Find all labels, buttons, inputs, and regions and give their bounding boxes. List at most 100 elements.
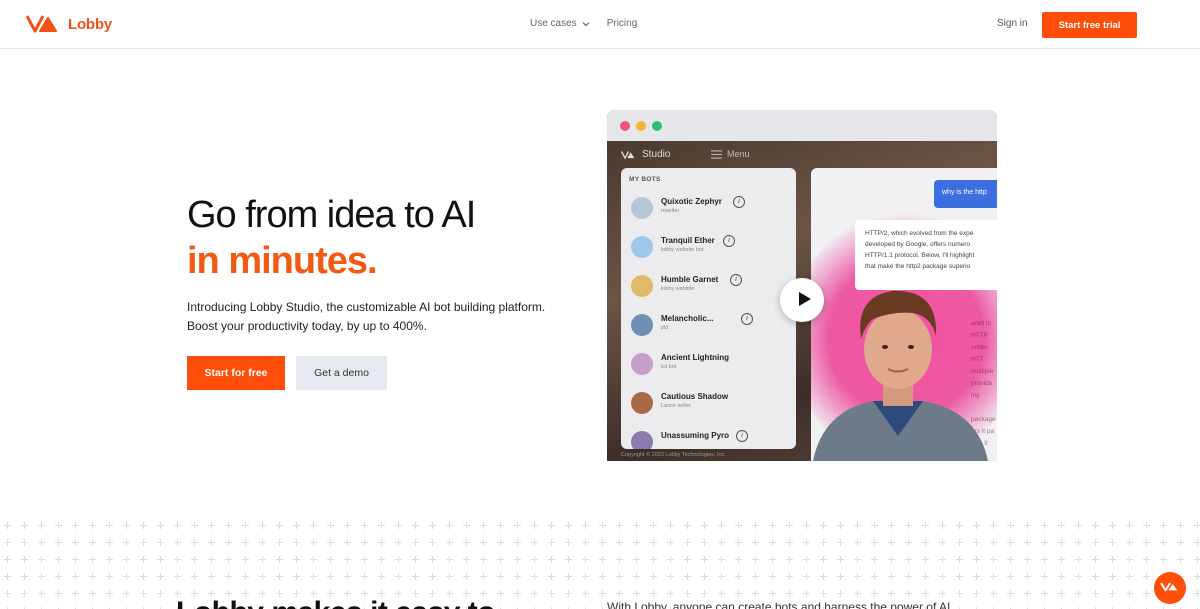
plus-pattern-icon [4,539,11,546]
plus-pattern-icon [395,556,402,563]
bot-description: lobby website bot [661,247,704,253]
plus-pattern-icon [769,573,776,580]
plus-pattern-icon [1041,573,1048,580]
bot-list-item: Ancient Lightning tut bot [631,349,781,385]
chevron-down-icon [582,21,590,26]
plus-pattern-icon [208,522,215,529]
nav-use-cases[interactable]: Use cases [530,18,591,29]
get-a-demo-button[interactable]: Get a demo [296,356,387,390]
plus-pattern-icon [667,539,674,546]
plus-pattern-icon [803,590,810,597]
plus-pattern-icon [72,522,79,529]
plus-pattern-icon [820,556,827,563]
plus-pattern-icon [89,590,96,597]
plus-pattern-icon [191,539,198,546]
plus-pattern-icon [701,590,708,597]
brand-name: Lobby [68,15,112,33]
plus-pattern-icon [1058,556,1065,563]
plus-pattern-icon [650,556,657,563]
plus-pattern-icon [191,573,198,580]
plus-pattern-icon [565,556,572,563]
plus-pattern-icon [140,556,147,563]
plus-pattern-icon [225,539,232,546]
plus-pattern-icon [531,522,538,529]
plus-pattern-icon [956,539,963,546]
plus-pattern-icon [1143,573,1150,580]
play-icon [798,291,811,306]
chat-launcher-button[interactable] [1154,572,1186,604]
plus-pattern-icon [276,522,283,529]
sign-in-link[interactable]: Sign in [997,18,1028,29]
plus-pattern-icon [344,539,351,546]
start-free-trial-button[interactable]: Start free trial [1042,12,1137,38]
plus-pattern-icon [21,573,28,580]
plus-pattern-icon [106,522,113,529]
plus-pattern-icon [140,522,147,529]
plus-pattern-icon [225,556,232,563]
plus-pattern-icon [1075,539,1082,546]
plus-pattern-icon [854,539,861,546]
plus-pattern-icon [293,539,300,546]
plus-pattern-icon [616,539,623,546]
dolphin-icon [631,236,653,258]
plus-pattern-icon [1126,573,1133,580]
plus-pattern-icon [1109,539,1116,546]
plus-pattern-icon [616,590,623,597]
plus-pattern-icon [1041,590,1048,597]
plus-pattern-icon [735,522,742,529]
plus-pattern-icon [973,522,980,529]
plus-pattern-icon [38,539,45,546]
nav-pricing[interactable]: Pricing [607,18,638,29]
browser-window-bar [607,110,997,141]
hero-title-line1: Go from idea to AI [187,194,476,236]
bot-message-line: HTTP/2, which evolved from the expe [865,230,974,237]
plus-pattern-icon [89,573,96,580]
plus-pattern-icon [1143,556,1150,563]
plus-pattern-icon [174,573,181,580]
plus-pattern-icon [225,522,232,529]
plus-pattern-icon [718,539,725,546]
plus-pattern-icon [72,539,79,546]
play-video-button[interactable] [780,278,824,322]
plus-pattern-icon [939,590,946,597]
plus-pattern-icon [378,556,385,563]
plus-pattern-icon [395,573,402,580]
plus-pattern-icon [361,539,368,546]
plus-pattern-icon [242,573,249,580]
plus-pattern-icon [429,573,436,580]
whale-icon [631,314,653,336]
start-for-free-button[interactable]: Start for free [187,356,285,390]
bot-message-line: developed by Google, offers numero [865,241,971,248]
plus-pattern-icon [837,590,844,597]
plus-pattern-icon [769,539,776,546]
plus-pattern-icon [89,522,96,529]
plus-pattern-icon [1007,539,1014,546]
plus-pattern-icon [361,522,368,529]
plus-pattern-icon [89,556,96,563]
plus-pattern-icon [973,539,980,546]
plus-pattern-icon [582,556,589,563]
plus-pattern-icon [1041,556,1048,563]
plus-pattern-icon [769,556,776,563]
plus-pattern-icon [1126,522,1133,529]
plus-pattern-icon [837,522,844,529]
plus-pattern-icon [871,556,878,563]
lobby-logo[interactable]: Lobby [26,14,112,34]
plus-pattern-icon [276,556,283,563]
creature-icon [631,431,653,449]
plus-pattern-icon [888,590,895,597]
plus-pattern-icon [1024,590,1031,597]
plus-pattern-icon [701,556,708,563]
plus-pattern-icon [1126,556,1133,563]
bot-list-item: Unassuming Pyro i [631,427,781,449]
plus-pattern-icon [1160,539,1167,546]
plus-pattern-icon [1160,522,1167,529]
bot-list-item: Quixotic Zephyr rewriter i [631,193,781,229]
plus-pattern-icon [412,539,419,546]
plus-pattern-icon [718,573,725,580]
plus-pattern-icon [1126,590,1133,597]
plus-pattern-icon [616,522,623,529]
plus-pattern-icon [565,590,572,597]
plus-pattern-icon [820,539,827,546]
plus-pattern-icon [990,556,997,563]
